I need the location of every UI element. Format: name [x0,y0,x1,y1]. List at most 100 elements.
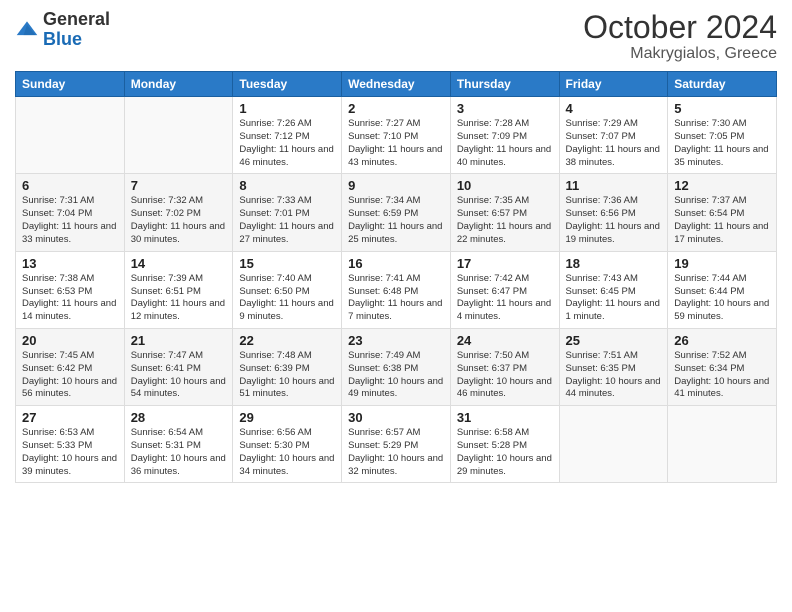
day-info: Sunrise: 6:58 AM Sunset: 5:28 PM Dayligh… [457,427,553,478]
day-number: 3 [457,101,553,116]
calendar-cell: 30 Sunrise: 6:57 AM Sunset: 5:29 PM Dayli… [342,406,451,483]
day-info: Sunrise: 7:43 AM Sunset: 6:45 PM Dayligh… [566,273,662,324]
logo-text: General Blue [43,10,110,50]
weekday-header-thursday: Thursday [450,72,559,97]
logo: General Blue [15,10,110,50]
day-info: Sunrise: 7:28 AM Sunset: 7:09 PM Dayligh… [457,118,553,169]
day-info: Sunrise: 7:52 AM Sunset: 6:34 PM Dayligh… [674,350,770,401]
day-number: 28 [131,410,227,425]
calendar-cell: 1 Sunrise: 7:26 AM Sunset: 7:12 PM Daylig… [233,97,342,174]
day-number: 8 [239,178,335,193]
day-info: Sunrise: 7:40 AM Sunset: 6:50 PM Dayligh… [239,273,335,324]
day-info: Sunrise: 7:37 AM Sunset: 6:54 PM Dayligh… [674,195,770,246]
calendar-cell: 25 Sunrise: 7:51 AM Sunset: 6:35 PM Dayli… [559,328,668,405]
day-number: 15 [239,256,335,271]
calendar-cell: 22 Sunrise: 7:48 AM Sunset: 6:39 PM Dayli… [233,328,342,405]
calendar-cell: 26Sunrise: 7:52 AM Sunset: 6:34 PM Dayli… [668,328,777,405]
calendar-cell [16,97,125,174]
calendar-cell [559,406,668,483]
day-number: 5 [674,101,770,116]
calendar-cell: 9 Sunrise: 7:34 AM Sunset: 6:59 PM Daylig… [342,174,451,251]
day-number: 6 [22,178,118,193]
day-number: 9 [348,178,444,193]
calendar-cell: 21 Sunrise: 7:47 AM Sunset: 6:41 PM Dayli… [124,328,233,405]
calendar-cell [668,406,777,483]
calendar-cell: 16Sunrise: 7:41 AM Sunset: 6:48 PM Dayli… [342,251,451,328]
calendar-cell: 5 Sunrise: 7:30 AM Sunset: 7:05 PM Daylig… [668,97,777,174]
calendar-week-row: 1 Sunrise: 7:26 AM Sunset: 7:12 PM Daylig… [16,97,777,174]
calendar-table: SundayMondayTuesdayWednesdayThursdayFrid… [15,71,777,483]
day-info: Sunrise: 7:45 AM Sunset: 6:42 PM Dayligh… [22,350,118,401]
calendar-cell: 15 Sunrise: 7:40 AM Sunset: 6:50 PM Dayli… [233,251,342,328]
day-info: Sunrise: 7:38 AM Sunset: 6:53 PM Dayligh… [22,273,118,324]
day-number: 21 [131,333,227,348]
calendar-week-row: 20 Sunrise: 7:45 AM Sunset: 6:42 PM Dayli… [16,328,777,405]
day-info: Sunrise: 7:50 AM Sunset: 6:37 PM Dayligh… [457,350,553,401]
day-info: Sunrise: 6:54 AM Sunset: 5:31 PM Dayligh… [131,427,227,478]
calendar-cell: 28 Sunrise: 6:54 AM Sunset: 5:31 PM Dayli… [124,406,233,483]
day-info: Sunrise: 6:53 AM Sunset: 5:33 PM Dayligh… [22,427,118,478]
calendar-cell: 14Sunrise: 7:39 AM Sunset: 6:51 PM Dayli… [124,251,233,328]
calendar-cell: 3 Sunrise: 7:28 AM Sunset: 7:09 PM Daylig… [450,97,559,174]
calendar-cell: 4 Sunrise: 7:29 AM Sunset: 7:07 PM Daylig… [559,97,668,174]
day-number: 11 [566,178,662,193]
calendar-cell: 17Sunrise: 7:42 AM Sunset: 6:47 PM Dayli… [450,251,559,328]
calendar-cell: 19Sunrise: 7:44 AM Sunset: 6:44 PM Dayli… [668,251,777,328]
day-number: 27 [22,410,118,425]
day-number: 22 [239,333,335,348]
weekday-header-sunday: Sunday [16,72,125,97]
weekday-header-friday: Friday [559,72,668,97]
day-info: Sunrise: 7:36 AM Sunset: 6:56 PM Dayligh… [566,195,662,246]
day-number: 4 [566,101,662,116]
logo-general: General [43,9,110,29]
day-info: Sunrise: 6:57 AM Sunset: 5:29 PM Dayligh… [348,427,444,478]
logo-icon [15,18,39,42]
calendar-cell: 6Sunrise: 7:31 AM Sunset: 7:04 PM Daylig… [16,174,125,251]
day-number: 24 [457,333,553,348]
calendar-week-row: 27 Sunrise: 6:53 AM Sunset: 5:33 PM Dayli… [16,406,777,483]
calendar-week-row: 13 Sunrise: 7:38 AM Sunset: 6:53 PM Dayli… [16,251,777,328]
day-info: Sunrise: 7:48 AM Sunset: 6:39 PM Dayligh… [239,350,335,401]
day-info: Sunrise: 7:51 AM Sunset: 6:35 PM Dayligh… [566,350,662,401]
weekday-header-monday: Monday [124,72,233,97]
weekday-header-tuesday: Tuesday [233,72,342,97]
calendar-cell: 12 Sunrise: 7:37 AM Sunset: 6:54 PM Dayli… [668,174,777,251]
calendar-cell: 8 Sunrise: 7:33 AM Sunset: 7:01 PM Daylig… [233,174,342,251]
calendar-week-row: 6Sunrise: 7:31 AM Sunset: 7:04 PM Daylig… [16,174,777,251]
day-number: 31 [457,410,553,425]
calendar-cell: 20 Sunrise: 7:45 AM Sunset: 6:42 PM Dayli… [16,328,125,405]
calendar-cell: 18 Sunrise: 7:43 AM Sunset: 6:45 PM Dayli… [559,251,668,328]
day-info: Sunrise: 7:34 AM Sunset: 6:59 PM Dayligh… [348,195,444,246]
weekday-header-saturday: Saturday [668,72,777,97]
day-number: 1 [239,101,335,116]
day-info: Sunrise: 7:26 AM Sunset: 7:12 PM Dayligh… [239,118,335,169]
day-info: Sunrise: 7:35 AM Sunset: 6:57 PM Dayligh… [457,195,553,246]
day-number: 2 [348,101,444,116]
day-number: 13 [22,256,118,271]
day-info: Sunrise: 7:32 AM Sunset: 7:02 PM Dayligh… [131,195,227,246]
calendar-cell: 13 Sunrise: 7:38 AM Sunset: 6:53 PM Dayli… [16,251,125,328]
calendar-cell: 10 Sunrise: 7:35 AM Sunset: 6:57 PM Dayli… [450,174,559,251]
month-title: October 2024 [583,10,777,45]
day-number: 29 [239,410,335,425]
day-number: 18 [566,256,662,271]
logo-blue: Blue [43,29,82,49]
day-number: 12 [674,178,770,193]
day-number: 7 [131,178,227,193]
day-info: Sunrise: 7:47 AM Sunset: 6:41 PM Dayligh… [131,350,227,401]
day-number: 30 [348,410,444,425]
day-info: Sunrise: 7:29 AM Sunset: 7:07 PM Dayligh… [566,118,662,169]
day-info: Sunrise: 7:30 AM Sunset: 7:05 PM Dayligh… [674,118,770,169]
day-number: 25 [566,333,662,348]
weekday-header-wednesday: Wednesday [342,72,451,97]
day-number: 10 [457,178,553,193]
day-info: Sunrise: 7:44 AM Sunset: 6:44 PM Dayligh… [674,273,770,324]
calendar-cell: 7 Sunrise: 7:32 AM Sunset: 7:02 PM Daylig… [124,174,233,251]
day-info: Sunrise: 7:33 AM Sunset: 7:01 PM Dayligh… [239,195,335,246]
day-number: 20 [22,333,118,348]
day-number: 16 [348,256,444,271]
day-info: Sunrise: 6:56 AM Sunset: 5:30 PM Dayligh… [239,427,335,478]
calendar-cell: 24 Sunrise: 7:50 AM Sunset: 6:37 PM Dayli… [450,328,559,405]
day-number: 14 [131,256,227,271]
day-info: Sunrise: 7:42 AM Sunset: 6:47 PM Dayligh… [457,273,553,324]
